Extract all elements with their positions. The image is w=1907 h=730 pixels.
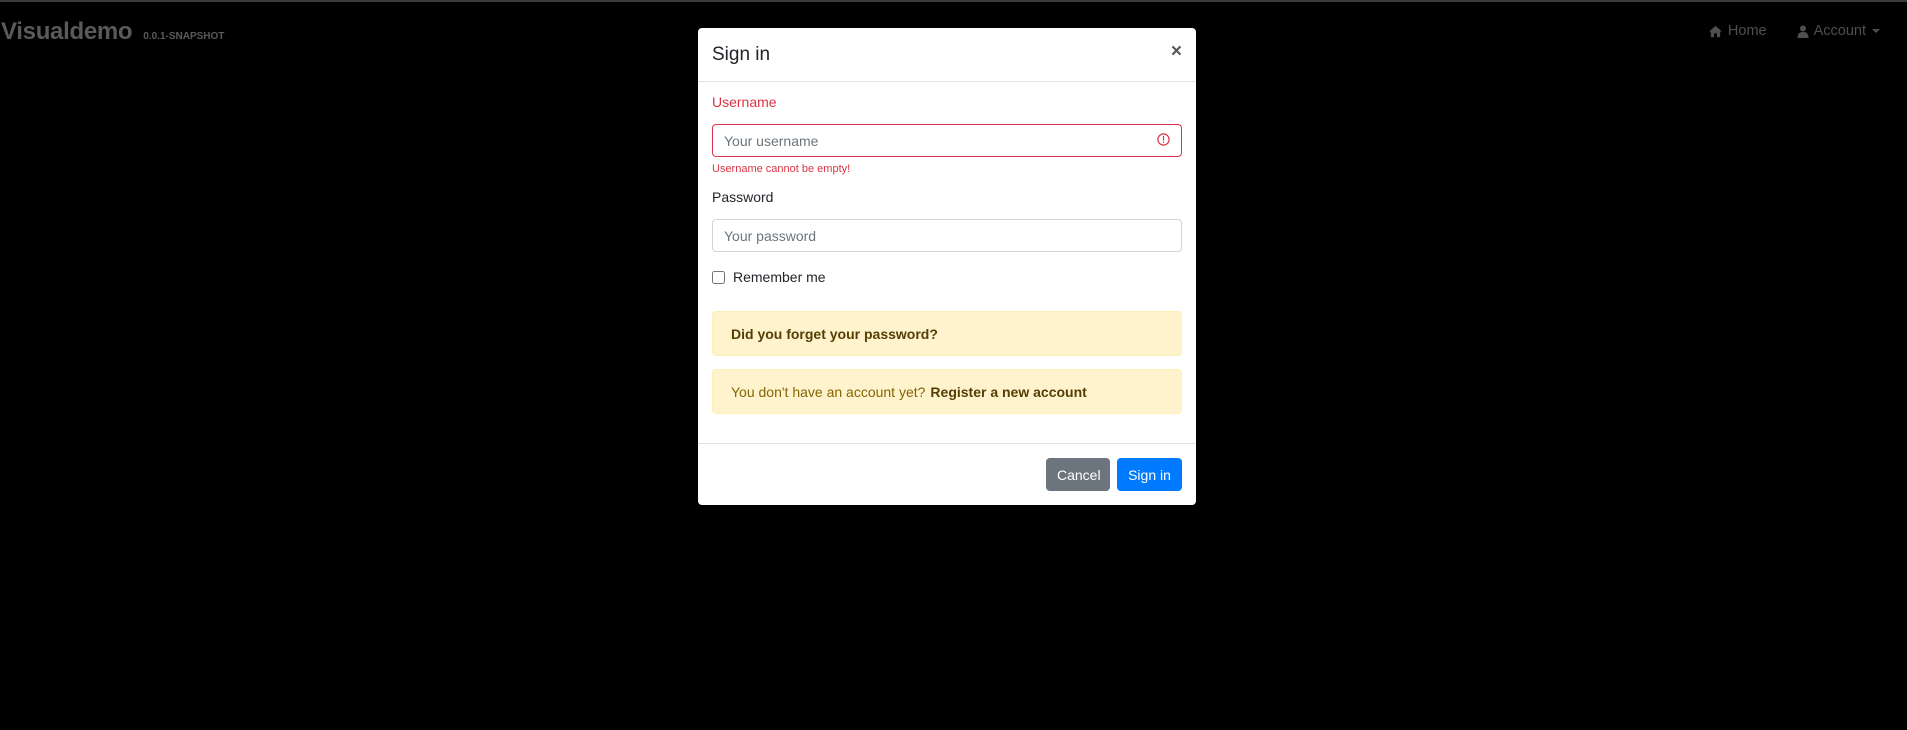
sign-in-button[interactable]: Sign in xyxy=(1117,458,1182,491)
register-link[interactable]: Register a new account xyxy=(930,384,1086,400)
modal-title: Sign in xyxy=(712,44,771,65)
password-input[interactable] xyxy=(712,219,1182,252)
nav-account-dropdown[interactable]: Account xyxy=(1797,23,1880,39)
modal-footer-divider xyxy=(698,443,1196,444)
forgot-password-alert: Did you forget your password? xyxy=(712,311,1182,356)
brand-title: Visualdemo xyxy=(1,18,133,45)
cancel-button[interactable]: Cancel xyxy=(1046,458,1110,491)
brand[interactable]: Visualdemo 0.0.1-SNAPSHOT xyxy=(1,18,224,46)
username-error-message: Username cannot be empty! xyxy=(712,163,851,175)
chevron-down-icon xyxy=(1872,29,1880,33)
register-alert: You don't have an account yet? Register … xyxy=(712,369,1182,414)
brand-version: 0.0.1-SNAPSHOT xyxy=(143,31,225,42)
register-prompt-text: You don't have an account yet? xyxy=(731,383,926,400)
user-icon xyxy=(1797,25,1809,38)
nav-account-label: Account xyxy=(1813,23,1866,39)
home-icon xyxy=(1708,25,1723,38)
nav-home-link[interactable]: Home xyxy=(1708,23,1767,39)
password-label: Password xyxy=(712,189,774,205)
close-icon[interactable]: × xyxy=(1171,42,1182,61)
username-input[interactable] xyxy=(712,124,1182,157)
remember-me-row: Remember me xyxy=(712,269,826,285)
remember-me-checkbox[interactable] xyxy=(712,270,725,284)
forgot-password-link[interactable]: Did you forget your password? xyxy=(731,326,938,342)
remember-me-label[interactable]: Remember me xyxy=(733,269,826,285)
nav-menu: Home Account xyxy=(1708,23,1880,39)
nav-home-label: Home xyxy=(1727,23,1767,39)
modal-header: Sign in × xyxy=(698,28,1196,82)
username-label: Username xyxy=(712,94,777,110)
error-icon xyxy=(1157,133,1170,151)
modal-body: Username Username cannot be empty! Passw… xyxy=(698,82,1196,470)
sign-in-modal: Sign in × Username Username cannot be em… xyxy=(698,28,1196,505)
